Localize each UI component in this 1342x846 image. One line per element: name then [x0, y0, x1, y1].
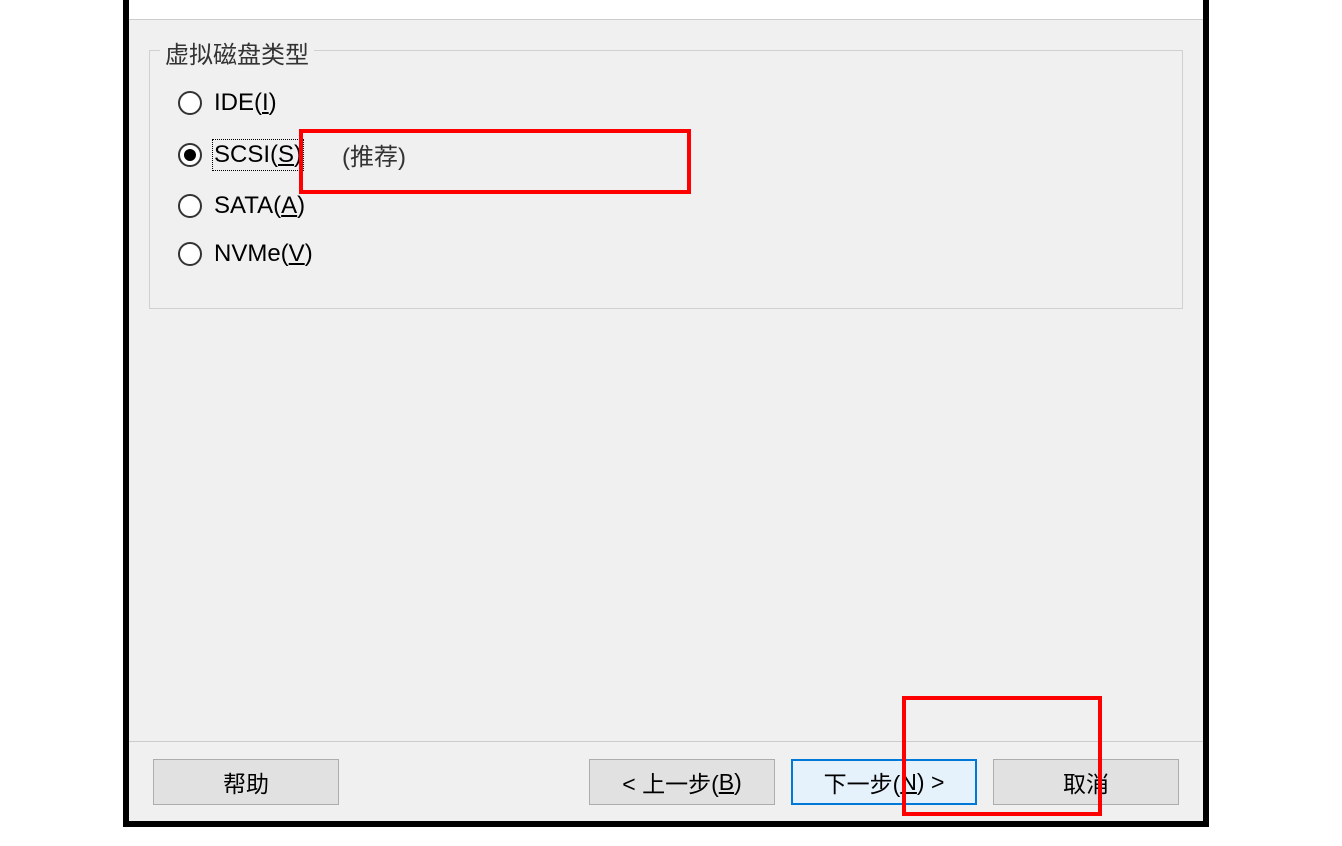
radio-ide-label: IDE(I) — [214, 89, 277, 117]
help-button[interactable]: 帮助 — [153, 759, 339, 805]
radio-icon — [178, 194, 202, 218]
radio-sata[interactable]: SATA(A) — [172, 182, 1160, 230]
header-strip — [129, 0, 1203, 20]
radio-nvme-label: NVMe(V) — [214, 240, 313, 268]
content-area: 虚拟磁盘类型 IDE(I) SCSI(S) (推荐) SATA(A) NVMe(… — [129, 20, 1203, 741]
wizard-dialog: 虚拟磁盘类型 IDE(I) SCSI(S) (推荐) SATA(A) NVMe(… — [123, 0, 1209, 827]
back-button[interactable]: < 上一步(B) — [589, 759, 775, 805]
button-bar: 帮助 < 上一步(B) 下一步(N) > 取消 — [129, 742, 1203, 822]
radio-icon — [178, 143, 202, 167]
radio-sata-label: SATA(A) — [214, 192, 305, 220]
cancel-button[interactable]: 取消 — [993, 759, 1179, 805]
radio-nvme[interactable]: NVMe(V) — [172, 230, 1160, 278]
radio-icon — [178, 91, 202, 115]
next-button[interactable]: 下一步(N) > — [791, 759, 977, 805]
groupbox-title: 虚拟磁盘类型 — [160, 35, 314, 70]
radio-scsi[interactable]: SCSI(S) (推荐) — [172, 127, 1160, 182]
recommended-label: (推荐) — [342, 137, 406, 172]
disk-type-groupbox: 虚拟磁盘类型 IDE(I) SCSI(S) (推荐) SATA(A) NVMe(… — [149, 50, 1183, 309]
radio-icon — [178, 242, 202, 266]
radio-ide[interactable]: IDE(I) — [172, 79, 1160, 127]
radio-scsi-label: SCSI(S) — [214, 141, 302, 169]
